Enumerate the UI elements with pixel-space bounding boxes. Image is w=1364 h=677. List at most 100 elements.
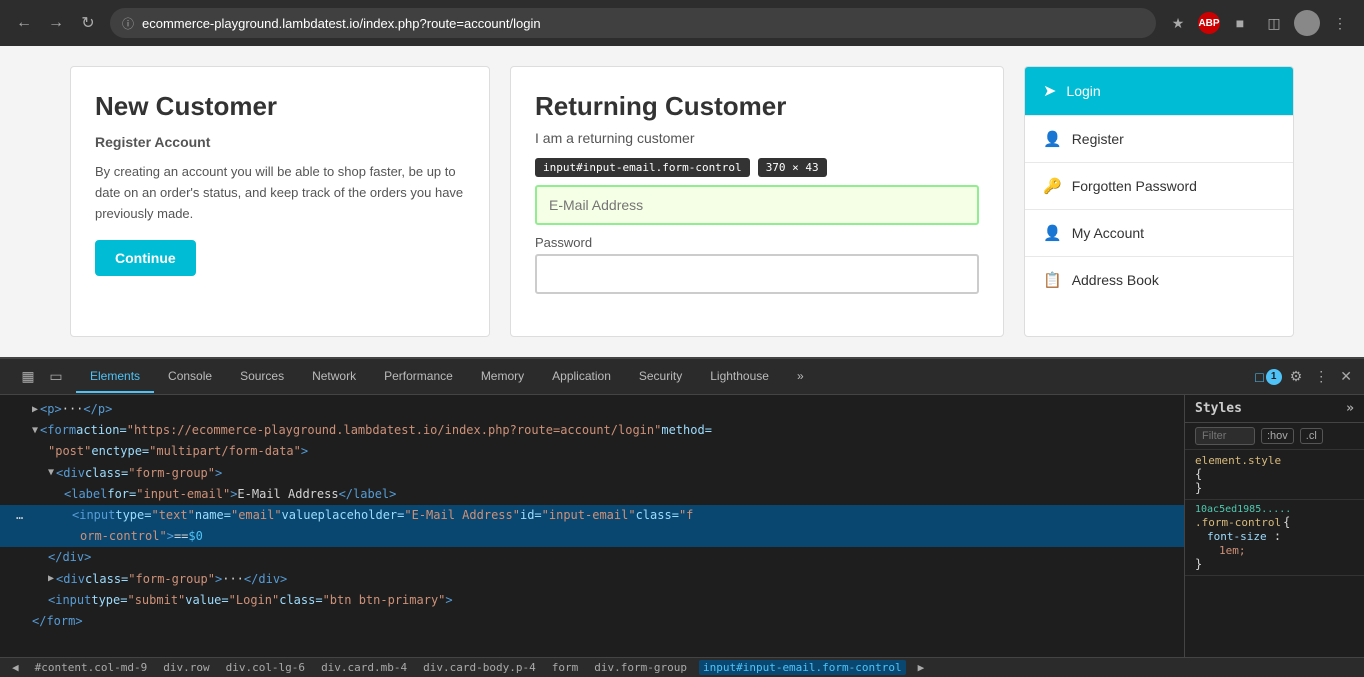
statusbar-card-body[interactable]: div.card-body.p-4 — [419, 660, 540, 675]
extensions-button[interactable]: ■ — [1226, 9, 1254, 37]
sidebar-item-login[interactable]: ➤ Login — [1025, 67, 1293, 116]
styles-header: Styles » — [1185, 395, 1364, 423]
tab-elements[interactable]: Elements — [76, 361, 154, 393]
address-bar[interactable]: ⓘ ecommerce-playground.lambdatest.io/ind… — [110, 8, 1156, 38]
dom-attr-post: "post" — [48, 442, 91, 461]
dom-attr-for-val: "input-email" — [136, 485, 230, 504]
new-customer-description: By creating an account you will be able … — [95, 162, 465, 224]
three-dots: … — [16, 506, 24, 525]
expand-arrow[interactable]: ▶ — [48, 571, 54, 587]
dom-name: name= — [195, 506, 231, 525]
tab-lighthouse[interactable]: Lighthouse — [696, 361, 783, 393]
styles-filter-input[interactable] — [1195, 427, 1255, 445]
dom-line-form-group2[interactable]: ▶ <div class="form-group"> ··· </div> — [0, 569, 1184, 590]
returning-customer-card: Returning Customer I am a returning cust… — [510, 66, 1004, 337]
menu-button[interactable]: ⋮ — [1326, 9, 1354, 37]
settings-button[interactable]: ⚙ — [1286, 364, 1307, 389]
sidebar-item-my-account[interactable]: 👤 My Account — [1025, 210, 1293, 257]
sidebar-item-address-label: Address Book — [1072, 272, 1159, 288]
statusbar-scroll-left[interactable]: ◀ — [8, 660, 23, 675]
tab-console[interactable]: Console — [154, 361, 226, 393]
nav-buttons: ← → ↻ — [10, 9, 102, 37]
dom-attr-method: method= — [661, 421, 712, 440]
statusbar-form-group[interactable]: div.form-group — [590, 660, 691, 675]
input-tooltip-size: 370 × 43 — [758, 158, 827, 177]
dom-line-p[interactable]: ▶ <p> ··· </p> — [0, 399, 1184, 420]
star-button[interactable]: ★ — [1164, 9, 1192, 37]
tab-more[interactable]: » — [783, 361, 818, 393]
sidebar-item-login-label: Login — [1066, 83, 1100, 99]
tab-network[interactable]: Network — [298, 361, 370, 393]
close-devtools-button[interactable]: ✕ — [1336, 364, 1356, 389]
collapse-arrow[interactable]: ▼ — [32, 423, 38, 439]
styles-panel: Styles » :hov .cl element.style { } 10ac… — [1184, 395, 1364, 657]
dom-id-val: "input-email" — [542, 506, 636, 525]
device-icon[interactable]: ▭ — [44, 365, 68, 389]
dom-line-form-group[interactable]: ▼ <div class="form-group"> — [0, 463, 1184, 484]
tab-application[interactable]: Application — [538, 361, 625, 393]
font-size-val: 1em; — [1219, 544, 1246, 557]
dom-type: type= — [115, 506, 151, 525]
dom-input-close: > — [167, 527, 174, 546]
tab-memory[interactable]: Memory — [467, 361, 538, 393]
dom-line-post[interactable]: "post" enctype="multipart/form-data"> — [0, 441, 1184, 462]
collapse-arrow[interactable]: ▼ — [48, 465, 54, 481]
profile-avatar — [1294, 10, 1320, 36]
form-control-section: 10ac5ed1985..... .form-control { font-si… — [1185, 500, 1364, 576]
dom-line-input-cont[interactable]: orm-control"> == $0 — [0, 526, 1184, 547]
form-control-brace-open: { — [1283, 515, 1290, 529]
dom-line-close-div[interactable]: </div> — [0, 547, 1184, 568]
devtools-more-button[interactable]: ⋮ — [1310, 364, 1332, 389]
statusbar-input-email[interactable]: input#input-email.form-control — [699, 660, 906, 675]
main-area: New Customer Register Account By creatin… — [0, 46, 1364, 357]
dom-line-label[interactable]: <label for="input-email">E-Mail Address<… — [0, 484, 1184, 505]
style-source-1: 10ac5ed1985..... — [1195, 504, 1354, 515]
statusbar-scroll-right[interactable]: ▶ — [914, 660, 929, 675]
email-input[interactable] — [535, 185, 979, 225]
tab-sources[interactable]: Sources — [226, 361, 298, 393]
statusbar-row[interactable]: div.row — [159, 660, 213, 675]
dom-attr-class-val: "form-group" — [128, 464, 215, 483]
continue-button[interactable]: Continue — [95, 240, 196, 276]
cls-button[interactable]: .cl — [1300, 428, 1323, 444]
dom-submit-class-val: "btn btn-primary" — [323, 591, 446, 610]
sidebar-item-address-book[interactable]: 📋 Address Book — [1025, 257, 1293, 303]
style-close-brace: } — [1195, 481, 1354, 495]
inspector-icon[interactable]: ▦ — [16, 365, 40, 389]
password-label: Password — [535, 235, 979, 250]
dom-line-close-form[interactable]: </form> — [0, 611, 1184, 632]
statusbar-content[interactable]: #content.col-md-9 — [31, 660, 152, 675]
tab-security[interactable]: Security — [625, 361, 696, 393]
notifications-area[interactable]: □ 1 — [1255, 369, 1281, 385]
tab-performance[interactable]: Performance — [370, 361, 467, 393]
colon: : — [1274, 529, 1281, 543]
password-input[interactable] — [535, 254, 979, 294]
back-button[interactable]: ← — [10, 9, 38, 37]
dom-line-input-submit[interactable]: <input type="submit" value="Login" class… — [0, 590, 1184, 611]
element-style-section: element.style { } — [1185, 450, 1364, 500]
sidebar-item-register[interactable]: 👤 Register — [1025, 116, 1293, 163]
browser-chrome: ← → ↻ ⓘ ecommerce-playground.lambdatest.… — [0, 0, 1364, 46]
statusbar-card[interactable]: div.card.mb-4 — [317, 660, 411, 675]
dom-line-input-selected[interactable]: … <input type="text" name="email" value … — [0, 505, 1184, 526]
devtools-actions: □ 1 ⚙ ⋮ ✕ — [1255, 364, 1356, 389]
dom-class-attr: class= — [636, 506, 679, 525]
sidebar-item-forgotten-password[interactable]: 🔑 Forgotten Password — [1025, 163, 1293, 210]
reload-button[interactable]: ↻ — [74, 9, 102, 37]
statusbar-col-lg[interactable]: div.col-lg-6 — [222, 660, 309, 675]
elements-panel[interactable]: ▶ <p> ··· </p> ▼ <form action="https://e… — [0, 395, 1184, 657]
dom-close-div: </div> — [48, 548, 91, 567]
expand-arrow[interactable]: ▶ — [32, 402, 38, 418]
dom-div2: <div — [56, 570, 85, 589]
split-button[interactable]: ◫ — [1260, 9, 1288, 37]
statusbar-form[interactable]: form — [548, 660, 583, 675]
dom-line-form[interactable]: ▼ <form action="https://ecommerce-playgr… — [0, 420, 1184, 441]
dom-form-tag: <form — [40, 421, 76, 440]
new-customer-subtitle: Register Account — [95, 134, 465, 150]
hov-button[interactable]: :hov — [1261, 428, 1294, 444]
dom-label-close: </label> — [339, 485, 397, 504]
forward-button[interactable]: → — [42, 9, 70, 37]
returning-customer-subtitle: I am a returning customer — [535, 130, 979, 146]
dom-close-form: </form> — [32, 612, 83, 631]
dom-submit-type-val: "submit" — [127, 591, 185, 610]
